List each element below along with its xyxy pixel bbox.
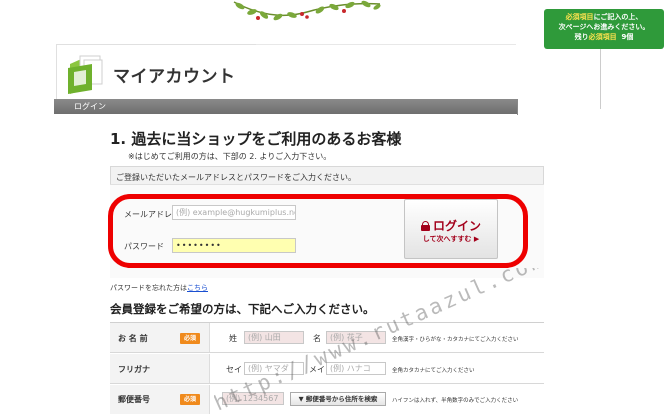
address-search-button[interactable]: ▼ 郵便番号から住所を検索 xyxy=(290,392,386,406)
postal-code-field[interactable]: (例) 1234567 xyxy=(222,392,284,405)
first-name-kana-field[interactable]: (例) ハナコ xyxy=(326,362,386,375)
garland-decoration xyxy=(233,0,381,21)
lock-icon xyxy=(420,221,430,231)
notice-remaining-count: 9個 xyxy=(621,33,634,41)
breadcrumb xyxy=(54,99,518,114)
furigana-row-label: フリガナ xyxy=(118,365,150,374)
login-button-main: ログイン xyxy=(405,217,497,234)
folder-icon xyxy=(68,55,103,94)
last-name-kana-label: セイ xyxy=(226,365,242,374)
notice-line1: にご記入の上、 xyxy=(593,13,643,21)
first-name-label: 名 xyxy=(313,334,321,343)
login-button-label: ログイン xyxy=(432,219,481,233)
first-name-field[interactable]: (例) 花子 xyxy=(326,331,386,344)
header-divider xyxy=(256,44,516,45)
password-field[interactable]: •••••••• xyxy=(172,238,296,253)
last-name-kana-field[interactable]: (例) ヤマダ xyxy=(244,362,304,375)
required-fields-notice: 必須項目にご記入の上、 次ページへお進みください。 残り必須項目 9個 xyxy=(544,9,664,49)
notice-required-word: 必須項目 xyxy=(565,13,594,21)
name-row-label: お 名 前 xyxy=(118,334,148,343)
forgot-password-link[interactable]: こちら xyxy=(187,284,208,292)
notice-required-word-2: 必須項目 xyxy=(588,33,617,41)
notice-remaining-prefix: 残り xyxy=(574,33,589,41)
login-button[interactable]: ログイン して次へすすむ ▶ xyxy=(404,199,498,259)
divider xyxy=(517,99,518,115)
required-badge: 必須 xyxy=(180,333,200,344)
login-panel-heading: ご登録いただいたメールアドレスとパスワードをご入力ください。 xyxy=(116,173,356,182)
page-title: マイアカウント xyxy=(113,67,236,87)
breadcrumb-item-login[interactable]: ログイン xyxy=(74,101,106,112)
forgot-password-text: パスワードを忘れた方はこちら xyxy=(110,283,208,293)
password-label: パスワード xyxy=(124,242,164,251)
first-name-kana-label: メイ xyxy=(309,365,325,374)
name-note: 全角漢字・ひらがな・カタカナにてご入力ください xyxy=(392,337,519,343)
last-name-field[interactable]: (例) 山田 xyxy=(244,331,304,344)
forgot-password-label: パスワードを忘れた方は xyxy=(110,284,187,292)
email-field[interactable]: (例) example@hugkumiplus.net xyxy=(172,205,296,220)
login-section-subtitle: ※はじめてご利用の方は、下部の 2. よりご入力下さい。 xyxy=(128,152,332,161)
notice-line2: 次ページへお進みください。 xyxy=(558,23,650,31)
divider xyxy=(600,49,601,109)
page-root: 必須項目にご記入の上、 次ページへお進みください。 残り必須項目 9個 マイアカ… xyxy=(0,0,670,414)
last-name-label: 姓 xyxy=(229,334,237,343)
furigana-note: 全角カタカナにてご入力ください xyxy=(392,368,475,374)
register-section-title: 会員登録をご希望の方は、下記へご入力ください。 xyxy=(110,302,375,316)
postal-row-label: 郵便番号 xyxy=(118,395,150,404)
login-button-sublabel: して次へすすむ ▶ xyxy=(422,235,480,243)
required-badge: 必須 xyxy=(180,394,200,405)
postal-note: ハイフンは入れず、半角数字のみでご入力ください xyxy=(392,398,519,404)
login-section-title: 1. 過去に当ショップをご利用のあるお客様 xyxy=(110,130,402,148)
